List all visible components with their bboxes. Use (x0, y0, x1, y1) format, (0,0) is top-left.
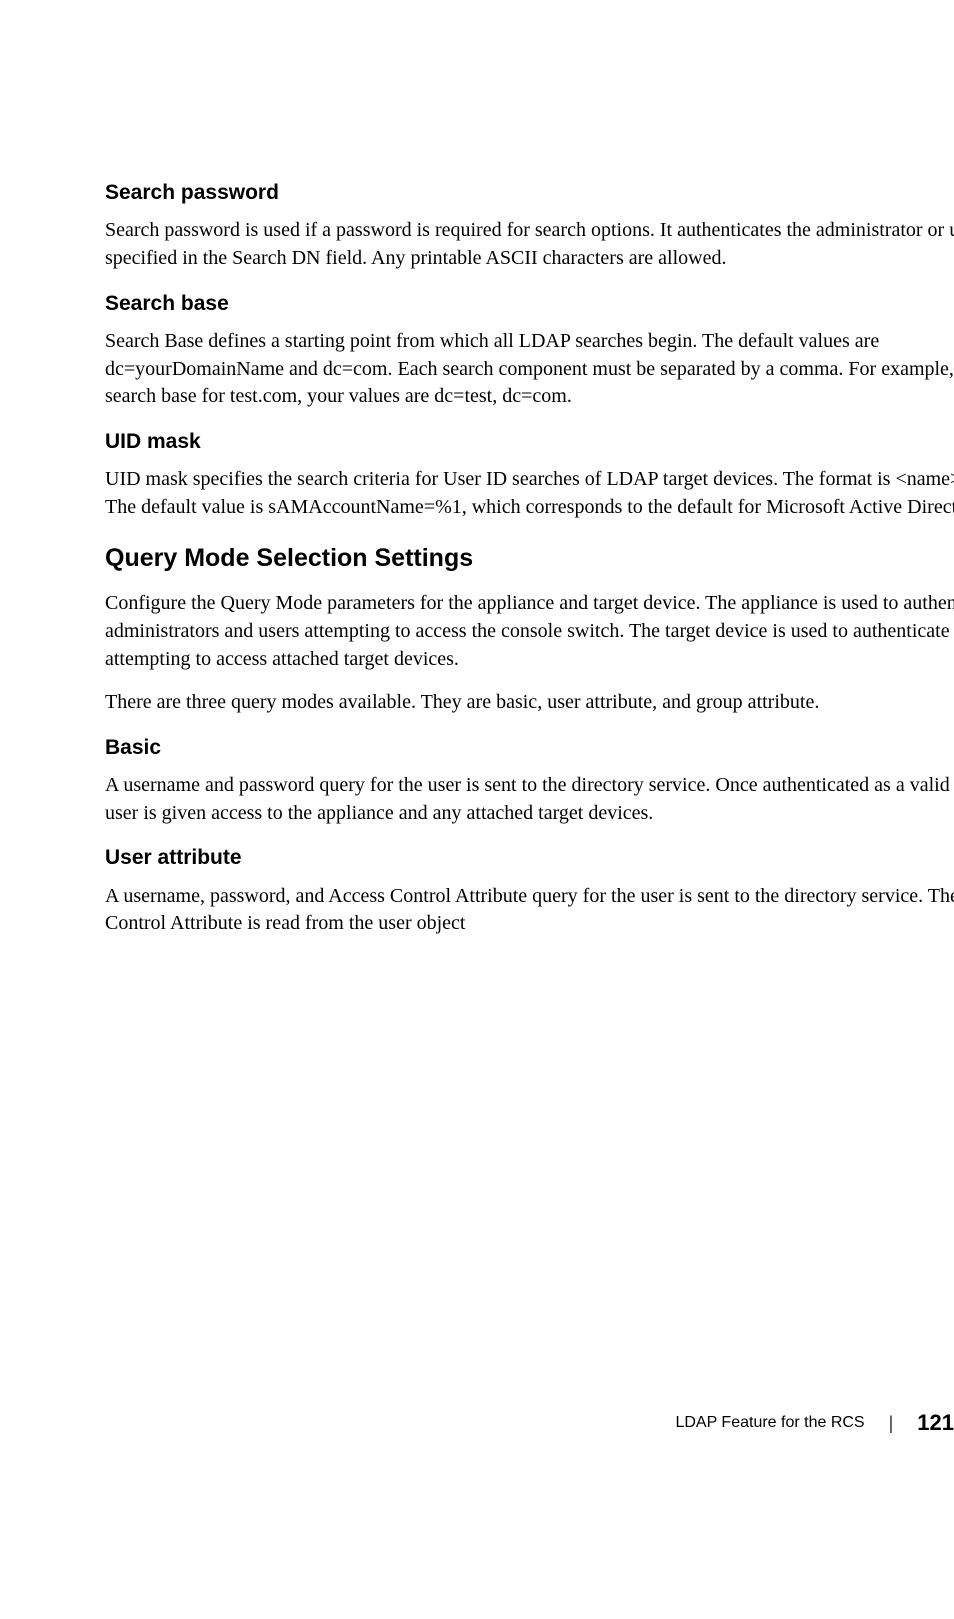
heading-basic: Basic (105, 733, 954, 762)
paragraph-search-password: Search password is used if a password is… (105, 217, 954, 272)
paragraph-query-mode-2: There are three query modes available. T… (105, 689, 954, 717)
footer-separator: | (889, 1411, 894, 1436)
paragraph-search-base: Search Base defines a starting point fro… (105, 328, 954, 411)
paragraph-uid-mask: UID mask specifies the search criteria f… (105, 466, 954, 521)
paragraph-query-mode-1: Configure the Query Mode parameters for … (105, 590, 954, 673)
heading-search-password: Search password (105, 178, 954, 207)
heading-search-base: Search base (105, 289, 954, 318)
heading-query-mode: Query Mode Selection Settings (105, 541, 954, 576)
paragraph-basic: A username and password query for the us… (105, 772, 954, 827)
heading-user-attribute: User attribute (105, 843, 954, 872)
footer-section-title: LDAP Feature for the RCS (675, 1412, 864, 1434)
heading-uid-mask: UID mask (105, 427, 954, 456)
footer-page-number: 121 (917, 1408, 954, 1439)
page-footer: LDAP Feature for the RCS | 121 (675, 1408, 954, 1439)
paragraph-user-attribute: A username, password, and Access Control… (105, 883, 954, 938)
